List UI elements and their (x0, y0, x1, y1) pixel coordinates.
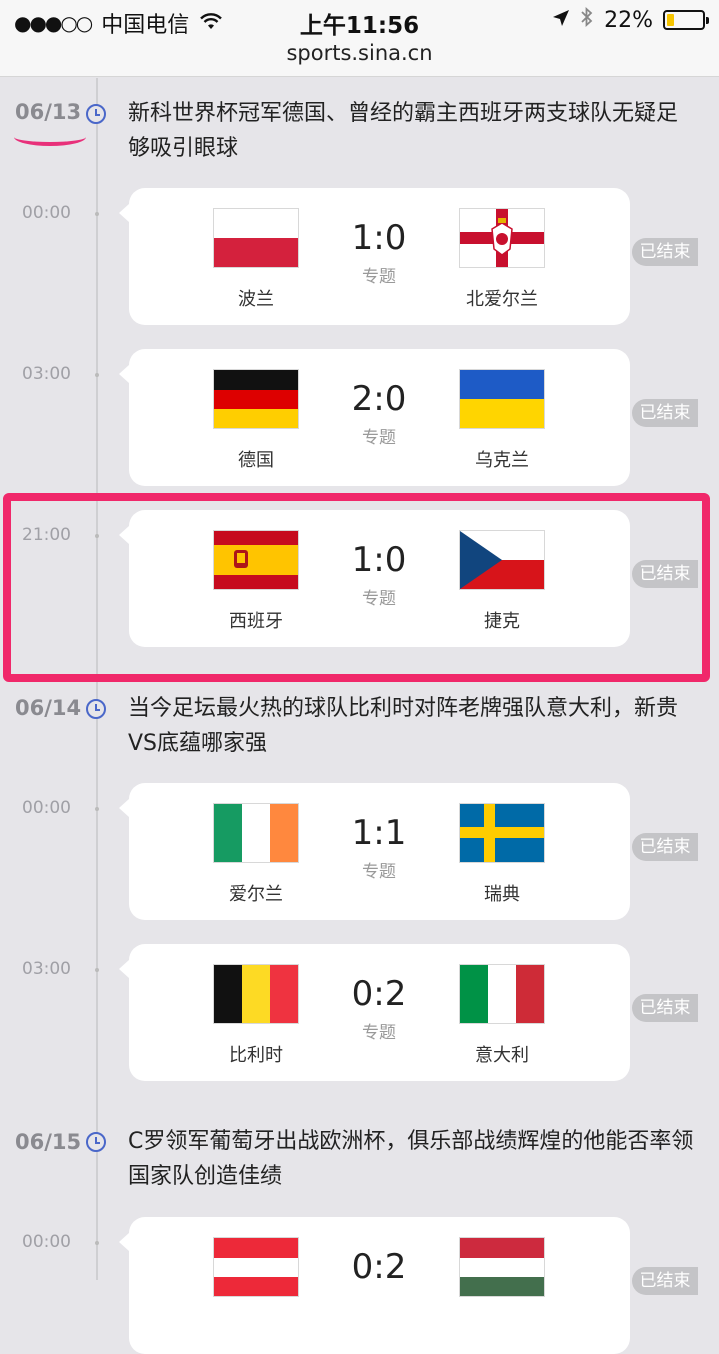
handwritten-underline (14, 132, 86, 146)
url-bar[interactable]: sports.sina.cn (0, 40, 719, 77)
match-card[interactable]: 1:0 专题 波兰 北爱尔兰 (119, 188, 630, 325)
bluetooth-icon (580, 6, 594, 33)
timeline-dot (95, 534, 99, 538)
match-time: 00:00 (22, 203, 71, 223)
match-status-badge: 已结束 (632, 238, 698, 266)
match-card[interactable]: 0:2 专题 比利时 意大利 (119, 944, 630, 1081)
away-team-name: 瑞典 (484, 884, 520, 905)
away-team-name: 意大利 (475, 1045, 529, 1066)
topic-link[interactable]: 专题 (329, 423, 429, 448)
clock-icon (86, 699, 106, 719)
location-arrow-icon (552, 8, 570, 33)
poland-flag-icon (213, 208, 299, 268)
match-status-badge: 已结束 (632, 399, 698, 427)
day-headline[interactable]: 当今足坛最火热的球队比利时对阵老牌强队意大利，新贵VS底蕴哪家强 (128, 691, 698, 761)
match-time: 03:00 (22, 364, 71, 384)
day-headline[interactable]: C罗领军葡萄牙出战欧洲杯，俱乐部战绩辉煌的他能否率领国家队创造佳绩 (128, 1124, 698, 1194)
match-time: 21:00 (22, 525, 71, 545)
date-label: 06/14 (15, 696, 82, 720)
topic-link[interactable]: 专题 (329, 857, 429, 882)
spain-flag-icon (213, 530, 299, 590)
away-team-name: 北爱尔兰 (466, 289, 538, 310)
home-team-name: 波兰 (238, 289, 274, 310)
url-host: sports.sina.cn (286, 41, 433, 65)
timeline-dot (95, 968, 99, 972)
battery-icon (663, 10, 709, 30)
day-headline[interactable]: 新科世界杯冠军德国、曾经的霸主西班牙两支球队无疑足够吸引眼球 (128, 96, 698, 166)
timeline-dot (95, 373, 99, 377)
match-card[interactable]: 1:1 专题 爱尔兰 瑞典 (119, 783, 630, 920)
timeline-line (96, 78, 98, 1280)
germany-flag-icon (213, 369, 299, 429)
match-time: 03:00 (22, 959, 71, 979)
northern-ireland-flag-icon (459, 208, 545, 268)
topic-link[interactable]: 专题 (329, 262, 429, 287)
sweden-flag-icon (459, 803, 545, 863)
topic-link[interactable]: 专题 (329, 584, 429, 609)
home-team-name: 爱尔兰 (229, 884, 283, 905)
away-team-name: 乌克兰 (475, 450, 529, 471)
ireland-flag-icon (213, 803, 299, 863)
belgium-flag-icon (213, 964, 299, 1024)
match-status-badge: 已结束 (632, 994, 698, 1022)
timeline-dot (95, 212, 99, 216)
czech-flag-icon (459, 530, 545, 590)
match-score: 1:0 (351, 218, 407, 258)
match-status-badge: 已结束 (632, 833, 698, 861)
home-team-name: 西班牙 (229, 611, 283, 632)
match-score: 2:0 (351, 379, 407, 419)
date-label: 06/13 (15, 100, 82, 124)
home-team-name: 比利时 (229, 1045, 283, 1066)
ukraine-flag-icon (459, 369, 545, 429)
match-score: 0:2 (351, 1247, 407, 1287)
italy-flag-icon (459, 964, 545, 1024)
home-team-name: 德国 (238, 450, 274, 471)
match-score: 1:1 (351, 813, 407, 853)
match-card[interactable]: 2:0 专题 德国 乌克兰 (119, 349, 630, 486)
match-time: 00:00 (22, 798, 71, 818)
battery-percent: 22% (604, 7, 653, 33)
topic-link[interactable]: 专题 (329, 1018, 429, 1043)
match-card[interactable]: 0:2 (119, 1217, 630, 1354)
date-label: 06/15 (15, 1130, 82, 1154)
clock-icon (86, 104, 106, 124)
match-card[interactable]: 1:0 专题 西班牙 捷克 (119, 510, 630, 647)
match-status-badge: 已结束 (632, 1267, 698, 1295)
match-status-badge: 已结束 (632, 560, 698, 588)
status-bar: ●●●○○ 中国电信 上午11:56 22% (0, 0, 719, 40)
clock-icon (86, 1132, 106, 1152)
timeline-dot (95, 807, 99, 811)
away-team-name: 捷克 (484, 611, 520, 632)
match-score: 1:0 (351, 540, 407, 580)
timeline-dot (95, 1241, 99, 1245)
austria-flag-icon (213, 1237, 299, 1297)
match-time: 00:00 (22, 1232, 71, 1252)
match-score: 0:2 (351, 974, 407, 1014)
hungary-flag-icon (459, 1237, 545, 1297)
